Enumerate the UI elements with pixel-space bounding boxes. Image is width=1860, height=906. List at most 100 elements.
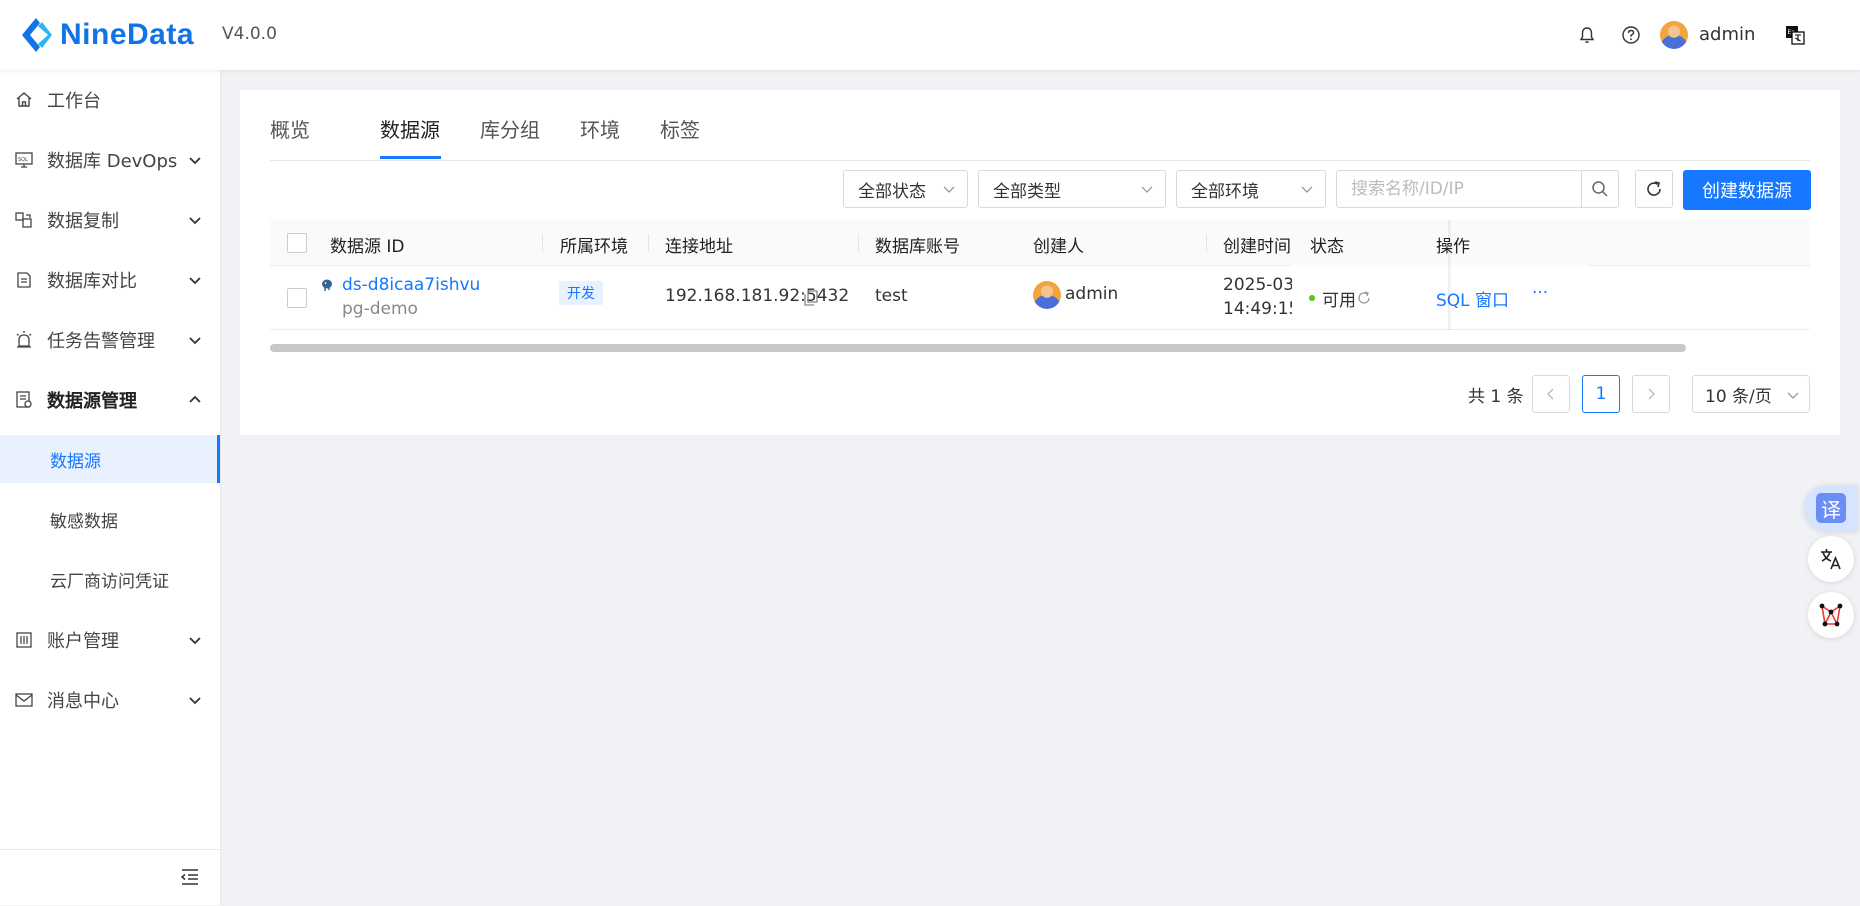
sidebar-item-label: 数据库对比 bbox=[47, 271, 137, 292]
status-filter-value: 全部状态 bbox=[858, 181, 926, 202]
chevron-up-icon bbox=[189, 395, 201, 403]
sidebar-item-label: 数据库 DevOps bbox=[47, 151, 178, 172]
search-box bbox=[1336, 170, 1583, 208]
chevron-right-icon bbox=[1648, 388, 1655, 400]
translate-icon bbox=[1821, 549, 1841, 570]
horizontal-scrollbar[interactable] bbox=[270, 344, 1686, 352]
sidebar-item-label: 消息中心 bbox=[47, 691, 119, 712]
refresh-status-icon[interactable] bbox=[1356, 290, 1372, 306]
search-icon bbox=[1592, 181, 1608, 197]
chevron-down-icon bbox=[189, 337, 201, 345]
search-button[interactable] bbox=[1581, 170, 1619, 208]
column-divider bbox=[1206, 234, 1207, 252]
sidebar-subitem-label: 数据源 bbox=[50, 451, 101, 472]
sidebar-collapse-bar bbox=[0, 849, 220, 906]
bell-icon[interactable] bbox=[1575, 23, 1599, 47]
sidebar-item-label: 账户管理 bbox=[47, 631, 119, 652]
copy-icon[interactable] bbox=[804, 290, 818, 306]
user-name[interactable]: admin bbox=[1699, 24, 1755, 45]
tab-environment[interactable]: 环境 bbox=[580, 114, 620, 143]
chevron-left-icon bbox=[1547, 388, 1554, 400]
refresh-icon bbox=[1647, 181, 1661, 196]
datasource-icon bbox=[16, 391, 32, 408]
tab-bar: 概览 数据源 库分组 环境 标签 bbox=[270, 90, 1810, 161]
top-header: NineData V4.0.0 admin En bbox=[0, 0, 1860, 70]
creator-avatar bbox=[1033, 281, 1061, 309]
page-number-button[interactable]: 1 bbox=[1582, 375, 1620, 413]
next-page-button[interactable] bbox=[1632, 375, 1670, 413]
page-size-select[interactable]: 10 条/页 bbox=[1692, 375, 1810, 413]
active-tab-indicator bbox=[380, 156, 441, 159]
sidebar-item-replication[interactable]: 数据复制 bbox=[0, 190, 220, 250]
sidebar-item-datasource-management[interactable]: 数据源管理 bbox=[0, 370, 220, 430]
tab-db-group[interactable]: 库分组 bbox=[480, 114, 540, 143]
sidebar-subitem-cloud-credentials[interactable]: 云厂商访问凭证 bbox=[0, 555, 220, 603]
fixed-column-shadow bbox=[1448, 220, 1452, 330]
chevron-down-icon bbox=[1141, 186, 1153, 193]
tab-tags[interactable]: 标签 bbox=[660, 114, 700, 143]
sidebar-subitem-datasource[interactable]: 数据源 bbox=[0, 435, 220, 483]
sidebar: 工作台 SQL 数据库 DevOps 数据复制 数据库对比 任务告警管理 数据源… bbox=[0, 70, 221, 905]
creator-name: admin bbox=[1065, 284, 1119, 304]
chevron-down-icon bbox=[1787, 392, 1799, 399]
create-datasource-button[interactable]: 创建数据源 bbox=[1683, 170, 1811, 210]
collapse-sidebar-icon[interactable] bbox=[180, 868, 200, 886]
sidebar-item-messages[interactable]: 消息中心 bbox=[0, 670, 220, 730]
sidebar-item-compare[interactable]: 数据库对比 bbox=[0, 250, 220, 310]
column-divider bbox=[858, 234, 859, 252]
column-header-created-time: 创建时间 bbox=[1223, 237, 1291, 257]
ninedata-logo-icon bbox=[22, 18, 52, 52]
search-input[interactable] bbox=[1349, 171, 1583, 207]
translate-float-button[interactable]: 译 bbox=[1804, 485, 1858, 531]
env-filter-value: 全部环境 bbox=[1191, 181, 1259, 202]
type-filter-select[interactable]: 全部类型 bbox=[978, 170, 1166, 208]
sql-console-icon: SQL bbox=[15, 152, 33, 168]
page-size-value: 10 条/页 bbox=[1705, 386, 1772, 407]
column-header-account: 数据库账号 bbox=[875, 237, 960, 257]
sidebar-subitem-sensitive-data[interactable]: 敏感数据 bbox=[0, 495, 220, 543]
table-row: ds-d8icaa7ishvu pg-demo 开发 192.168.181.9… bbox=[270, 265, 1810, 330]
home-icon bbox=[16, 92, 32, 107]
brand-logo[interactable]: NineData bbox=[18, 14, 194, 56]
datasource-id-link[interactable]: ds-d8icaa7ishvu bbox=[342, 275, 480, 295]
row-checkbox[interactable] bbox=[287, 288, 307, 308]
tab-overview[interactable]: 概览 bbox=[270, 114, 310, 143]
sidebar-subitem-label: 敏感数据 bbox=[50, 511, 118, 532]
column-header-id: 数据源 ID bbox=[330, 237, 405, 257]
column-divider bbox=[648, 234, 649, 252]
type-filter-value: 全部类型 bbox=[993, 181, 1061, 202]
more-actions-button[interactable]: ··· bbox=[1532, 283, 1548, 303]
user-avatar[interactable] bbox=[1660, 21, 1688, 49]
sidebar-item-devops[interactable]: SQL 数据库 DevOps bbox=[0, 130, 220, 190]
replication-icon bbox=[15, 212, 32, 228]
select-all-checkbox[interactable] bbox=[287, 233, 307, 253]
sql-window-link[interactable]: SQL 窗口 bbox=[1436, 286, 1509, 311]
language-switch-icon[interactable]: En bbox=[1782, 22, 1808, 48]
sidebar-item-workbench[interactable]: 工作台 bbox=[0, 70, 220, 130]
main-card: 概览 数据源 库分组 环境 标签 全部状态 全部类型 全部环境 创建数据源 数据… bbox=[240, 90, 1840, 435]
chevron-down-icon bbox=[189, 637, 201, 645]
compare-icon bbox=[17, 272, 31, 288]
env-filter-select[interactable]: 全部环境 bbox=[1176, 170, 1326, 208]
datasource-name: pg-demo bbox=[342, 299, 418, 319]
app-version: V4.0.0 bbox=[222, 24, 277, 44]
status-filter-select[interactable]: 全部状态 bbox=[843, 170, 968, 208]
translate-tool-button[interactable] bbox=[1808, 536, 1854, 582]
tab-datasource[interactable]: 数据源 bbox=[380, 114, 440, 143]
sidebar-item-label: 工作台 bbox=[47, 91, 101, 112]
column-header-env: 所属环境 bbox=[560, 237, 628, 257]
column-header-creator: 创建人 bbox=[1033, 237, 1084, 257]
help-icon[interactable] bbox=[1619, 23, 1643, 47]
prev-page-button[interactable] bbox=[1532, 375, 1570, 413]
sidebar-item-account[interactable]: 账户管理 bbox=[0, 610, 220, 670]
refresh-button[interactable] bbox=[1635, 170, 1673, 208]
sidebar-item-alerts[interactable]: 任务告警管理 bbox=[0, 310, 220, 370]
column-header-action: 操作 bbox=[1436, 237, 1470, 257]
translate-label: 译 bbox=[1816, 493, 1846, 523]
column-divider bbox=[542, 234, 543, 252]
mail-icon bbox=[15, 693, 33, 707]
mindmap-tool-button[interactable] bbox=[1808, 592, 1854, 638]
chevron-down-icon bbox=[943, 186, 955, 193]
column-header-address: 连接地址 bbox=[665, 237, 733, 257]
connection-address: 192.168.181.92:5432 bbox=[665, 286, 850, 306]
